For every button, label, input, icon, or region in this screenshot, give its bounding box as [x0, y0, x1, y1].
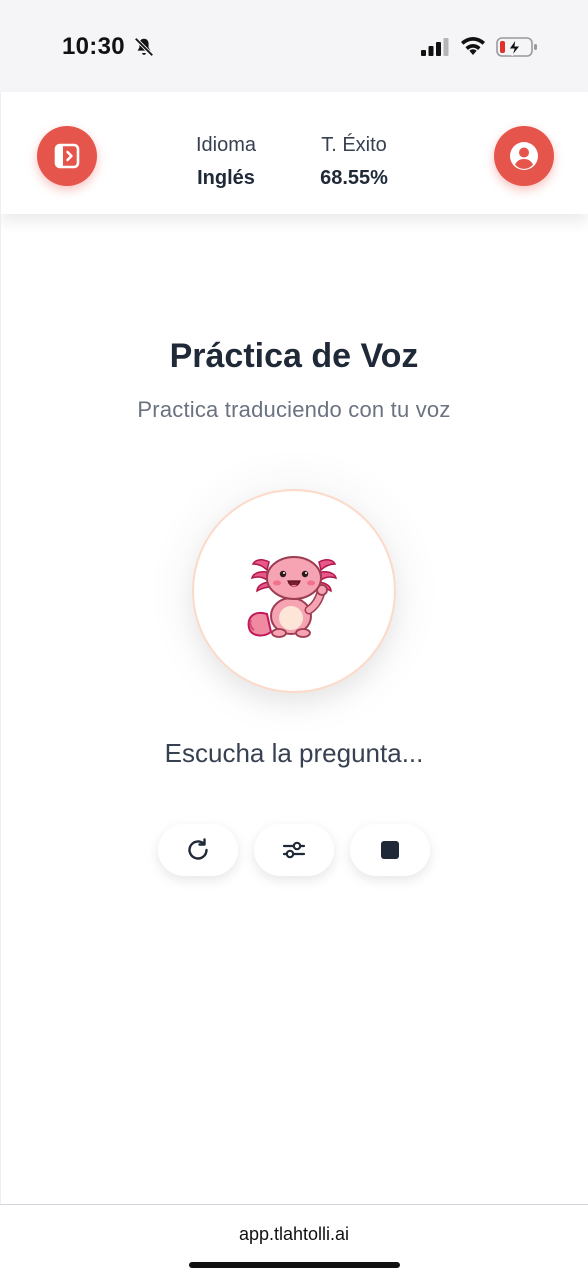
wifi-icon	[461, 37, 485, 55]
language-value: Inglés	[197, 167, 255, 189]
language-label: Idioma	[195, 134, 257, 156]
mascot-avatar	[192, 489, 396, 693]
success-rate-value: 68.55%	[320, 167, 388, 189]
language-stat: Idioma Inglés	[181, 134, 271, 190]
replay-button[interactable]	[158, 824, 238, 876]
stop-button[interactable]	[350, 824, 430, 876]
replay-icon	[188, 838, 208, 860]
sliders-icon	[282, 841, 306, 859]
profile-button[interactable]	[494, 126, 554, 186]
status-bar: 10:30	[0, 0, 588, 92]
page-subtitle: Practica traduciendo con tu voz	[137, 397, 451, 422]
battery-charging-icon	[496, 37, 537, 57]
status-time: 10:30	[62, 33, 125, 60]
user-circle-icon	[510, 142, 538, 170]
stop-icon	[381, 841, 399, 859]
success-rate-label: T. Éxito	[321, 134, 387, 156]
app-header: Idioma Inglés T. Éxito 68.55%	[0, 92, 588, 214]
browser-url-bar: app.tlahtolli.ai	[0, 1204, 588, 1280]
page-title: Práctica de Voz	[169, 337, 419, 375]
sidebar-toggle-button[interactable]	[37, 126, 97, 186]
settings-button[interactable]	[254, 824, 334, 876]
bell-slash-icon	[134, 37, 154, 57]
home-indicator[interactable]	[189, 1262, 400, 1268]
success-rate-stat: T. Éxito 68.55%	[299, 134, 409, 190]
cellular-signal-icon	[421, 38, 449, 56]
panel-toggle-icon	[54, 143, 80, 169]
listening-status: Escucha la pregunta...	[164, 738, 424, 768]
axolotl-mascot-icon	[247, 556, 338, 638]
url-text[interactable]: app.tlahtolli.ai	[0, 1224, 588, 1245]
